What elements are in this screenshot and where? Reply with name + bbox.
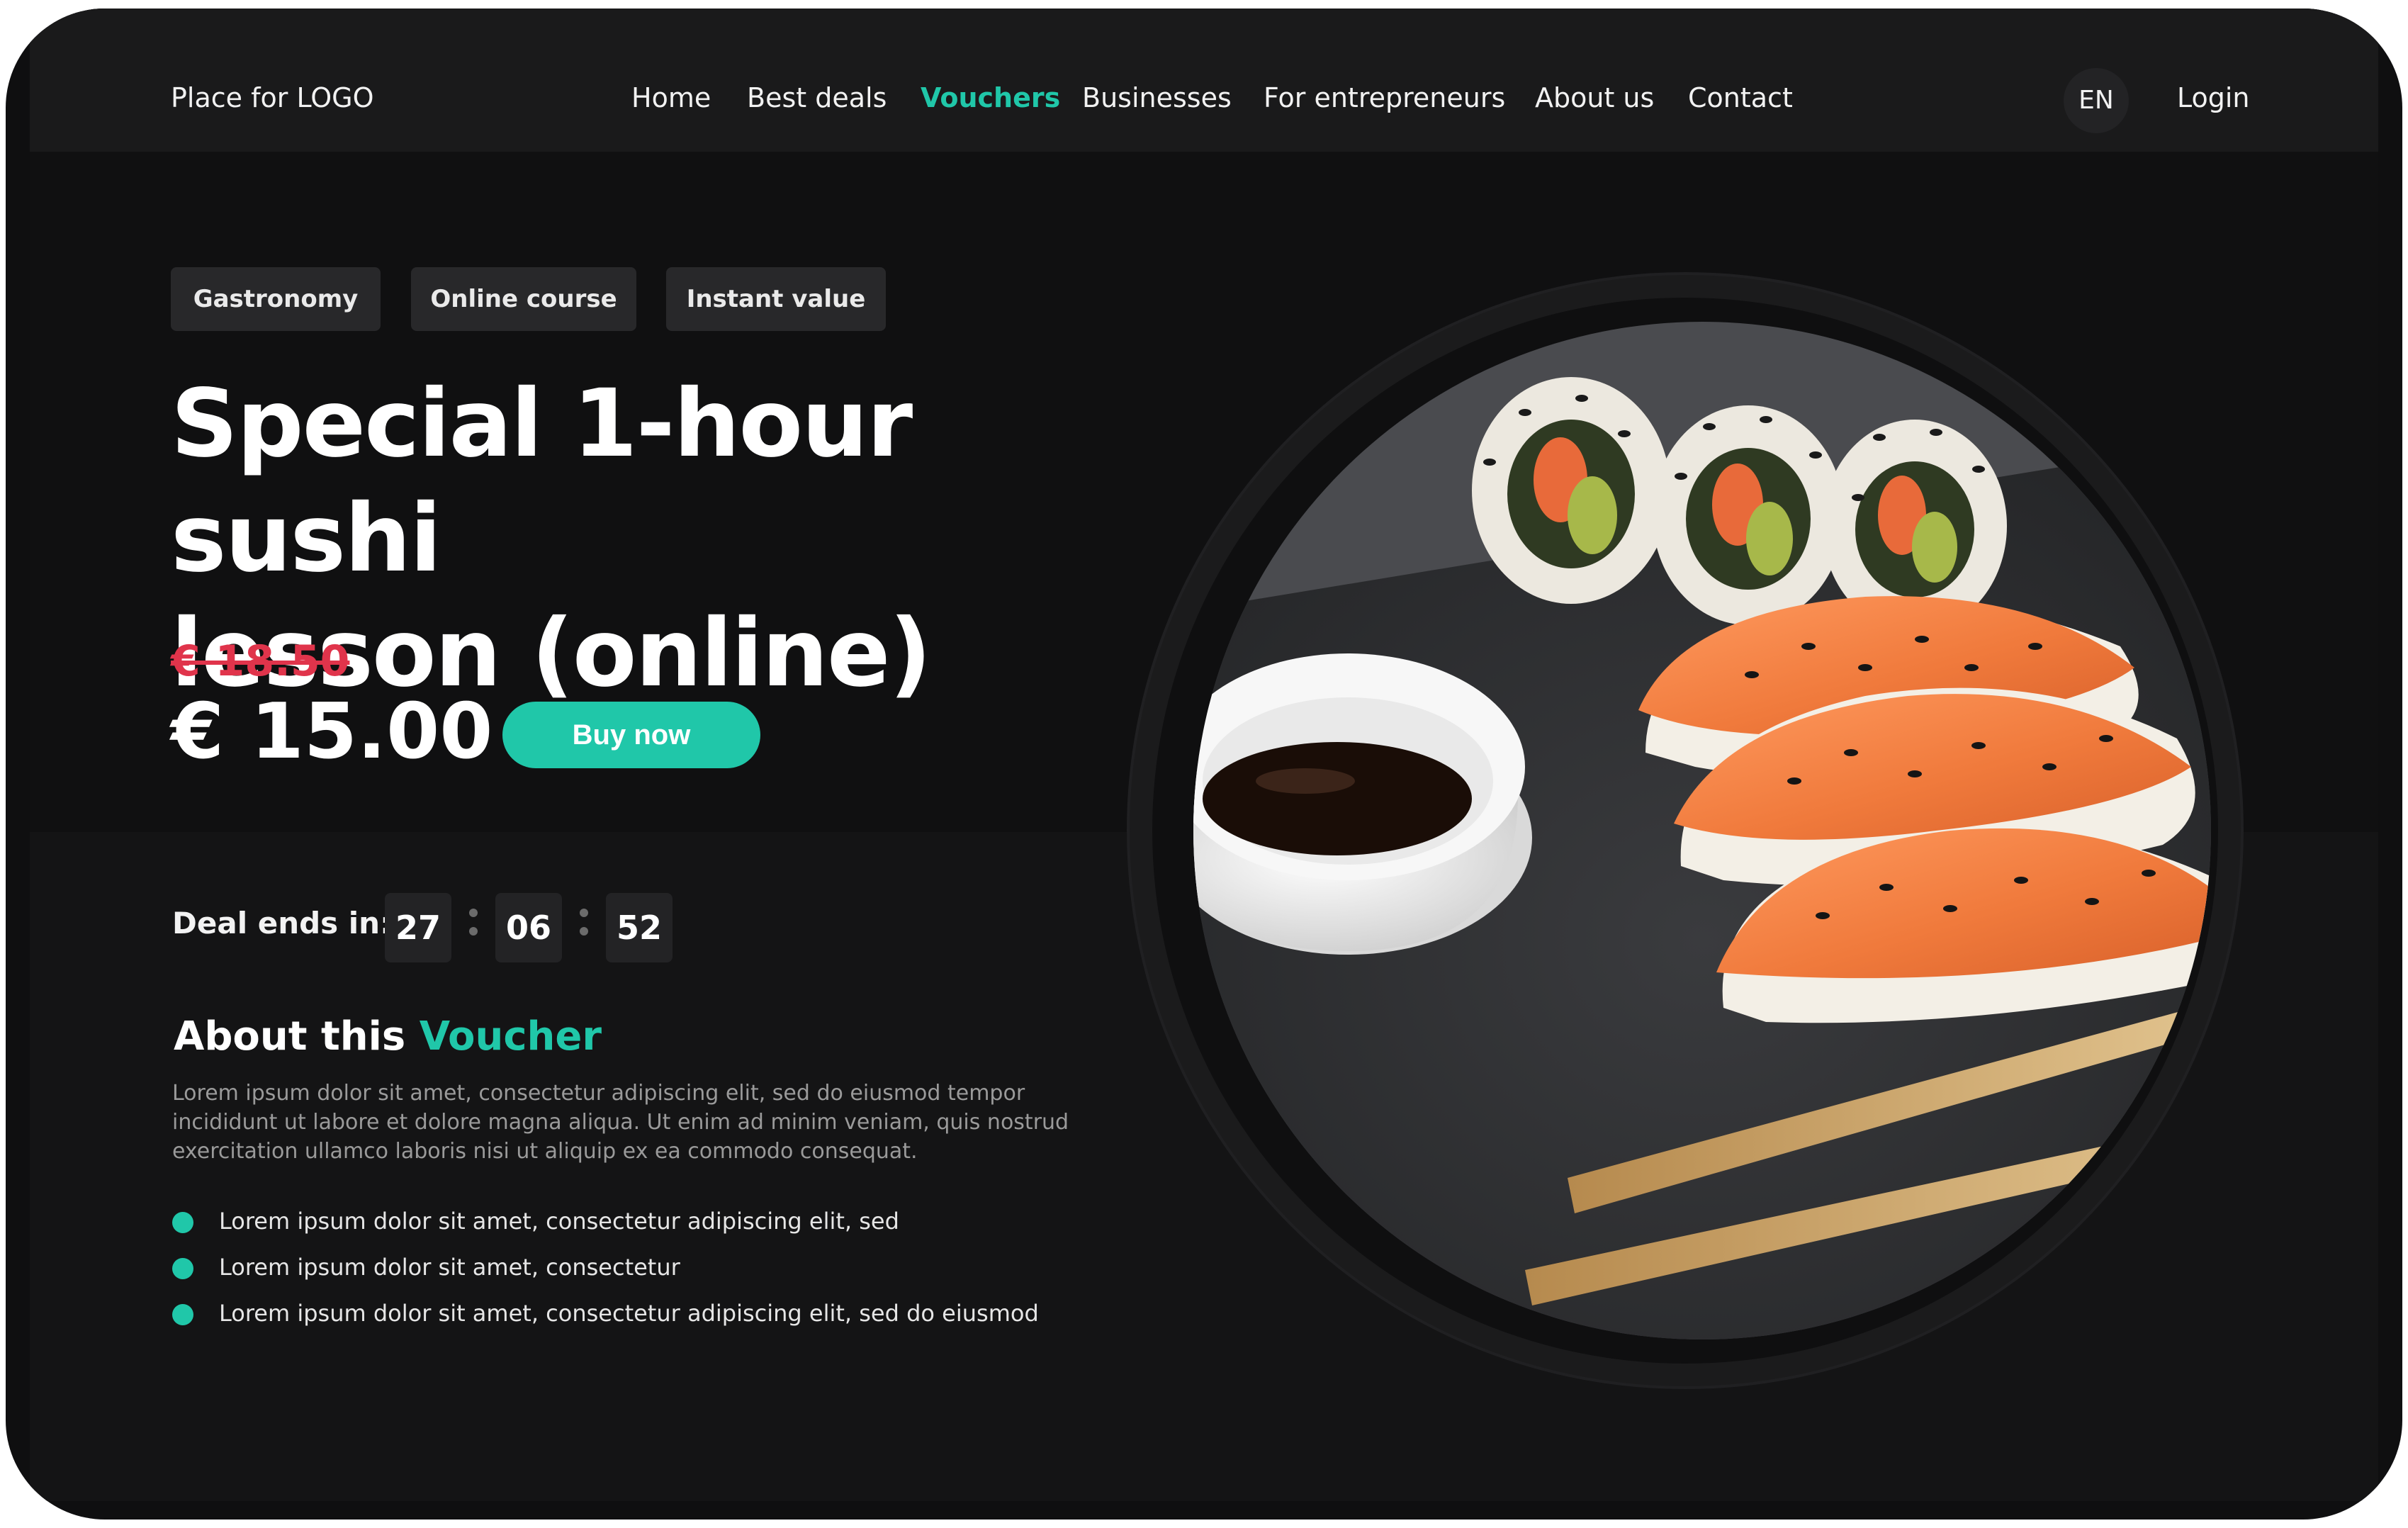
countdown-seconds: 52 xyxy=(606,893,673,962)
nav-about-us[interactable]: About us xyxy=(1535,82,1654,113)
about-description: Lorem ipsum dolor sit amet, consectetur … xyxy=(172,1081,1069,1164)
nav-contact[interactable]: Contact xyxy=(1688,82,1793,113)
countdown-separator xyxy=(469,909,478,945)
device-frame: Place for LOGO Home Best deals Vouchers … xyxy=(6,9,2402,1519)
page: Place for LOGO Home Best deals Vouchers … xyxy=(30,9,2378,1501)
list-item-text: Lorem ipsum dolor sit amet, consectetur xyxy=(219,1254,680,1281)
logo-placeholder[interactable]: Place for LOGO xyxy=(171,82,374,113)
countdown-minutes: 06 xyxy=(495,893,562,962)
about-heading-prefix: About this xyxy=(174,1013,406,1060)
title-line-1: Special 1-hour sushi xyxy=(171,369,913,593)
nav-vouchers[interactable]: Vouchers xyxy=(921,82,1060,113)
about-heading: About this Voucher xyxy=(174,1013,602,1060)
bullet-dot-icon xyxy=(172,1304,193,1325)
deal-ends-label: Deal ends in: xyxy=(172,906,392,940)
list-item-text: Lorem ipsum dolor sit amet, consectetur … xyxy=(219,1208,899,1235)
bullet-dot-icon xyxy=(172,1258,193,1279)
soy-bowl xyxy=(1193,653,1532,955)
login-link[interactable]: Login xyxy=(2177,82,2250,113)
nav-for-entrepreneurs[interactable]: For entrepreneurs xyxy=(1264,82,1505,113)
nav-home[interactable]: Home xyxy=(631,82,711,113)
language-switch[interactable]: EN xyxy=(2064,68,2129,133)
top-nav-bar: Place for LOGO Home Best deals Vouchers … xyxy=(30,9,2378,152)
tag-chip-gastronomy[interactable]: Gastronomy xyxy=(171,267,381,331)
buy-now-button[interactable]: Buy now xyxy=(502,702,760,768)
sale-price: € 15.00 xyxy=(171,687,493,776)
list-item-text: Lorem ipsum dolor sit amet, consectetur … xyxy=(219,1300,1039,1327)
original-price: € 18.50 xyxy=(171,636,350,686)
tag-chip-instant-value[interactable]: Instant value xyxy=(666,267,886,331)
nav-best-deals[interactable]: Best deals xyxy=(747,82,887,113)
nav-businesses[interactable]: Businesses xyxy=(1082,82,1232,113)
tag-chip-online-course[interactable]: Online course xyxy=(411,267,636,331)
sushi-photo xyxy=(1193,322,2211,1339)
countdown-separator xyxy=(580,909,588,945)
bullet-dot-icon xyxy=(172,1212,193,1233)
about-heading-accent: Voucher xyxy=(419,1013,602,1060)
countdown-hours: 27 xyxy=(385,893,451,962)
